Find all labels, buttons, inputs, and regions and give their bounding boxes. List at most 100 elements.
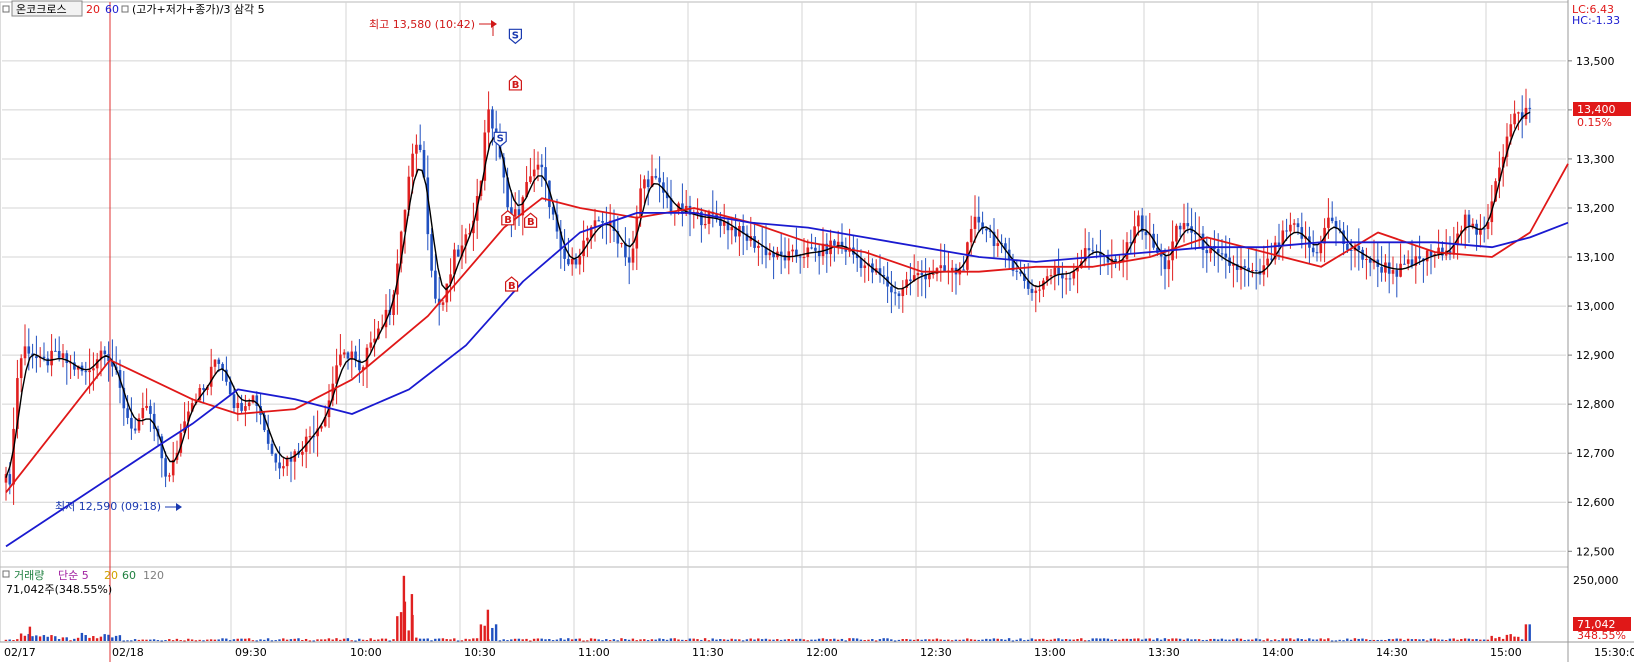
volume-bar: [380, 638, 384, 641]
volume-bar: [92, 636, 95, 641]
volume-bar: [399, 612, 403, 641]
volume-bar: [1475, 638, 1478, 641]
volume-bar: [1289, 638, 1292, 641]
volume-bar: [259, 639, 262, 641]
x-tick-label: 10:30: [464, 646, 496, 659]
volume-bar: [692, 638, 695, 641]
volume-bar: [749, 638, 752, 641]
volume-bar: [1277, 640, 1281, 642]
volume-bar: [42, 635, 46, 641]
volume-bar: [844, 640, 847, 642]
volume-bar: [711, 638, 714, 641]
volume-bar: [544, 639, 547, 641]
volume-bar: [886, 638, 889, 641]
volume-bar: [1509, 634, 1512, 641]
volume-bar: [312, 640, 315, 642]
volume-bar: [335, 638, 338, 641]
volume-bar: [1266, 638, 1269, 641]
volume-bar: [924, 639, 927, 641]
volume-bar: [1501, 638, 1505, 641]
volume-bar: [141, 639, 144, 641]
volume-bar: [285, 639, 289, 641]
volume-bar: [806, 640, 809, 642]
volume-bar: [901, 639, 904, 641]
volume-bar: [202, 640, 205, 642]
volume-bar: [730, 638, 733, 641]
volume-bar: [1376, 639, 1379, 641]
volume-bar: [605, 639, 608, 641]
volume-bar: [1038, 639, 1041, 641]
volume-bar: [874, 640, 878, 642]
volume-bar: [981, 639, 984, 641]
x-tick-label: 02/17: [4, 646, 36, 659]
volume-bar: [540, 638, 543, 641]
volume-bar: [1418, 639, 1421, 641]
x-tick-label: 12:30: [920, 646, 952, 659]
volume-bar: [1251, 639, 1254, 641]
volume-bar: [783, 639, 787, 641]
volume-bar: [555, 639, 559, 641]
volume-bar: [23, 635, 27, 641]
volume-bar: [228, 640, 232, 642]
volume-bar: [388, 640, 391, 642]
x-tick-label: 11:30: [692, 646, 724, 659]
volume-bar: [1137, 638, 1140, 641]
volume-bar: [1144, 638, 1148, 641]
volume-bar: [247, 638, 251, 641]
volume-bar: [1224, 639, 1227, 641]
volume-bar: [270, 640, 274, 642]
volume-bar: [69, 640, 72, 642]
volume-bar: [99, 636, 103, 641]
volume-bar: [297, 638, 300, 641]
volume-bar: [434, 638, 437, 641]
candle: [430, 228, 433, 278]
indicator-label: (고가+저가+종가)/3 삼각 5: [132, 3, 265, 16]
volume-bar: [764, 638, 768, 641]
volume-bar: [1019, 638, 1022, 641]
volume-bar: [795, 638, 798, 641]
volume-bar: [836, 639, 840, 641]
volume-bar: [1247, 639, 1250, 641]
stock-chart-svg[interactable]: 12,500 12,600 12,700 12,800 12,900 13,000 13,1…: [0, 0, 1634, 662]
y-tick-label: 12,900: [1576, 349, 1615, 362]
volume-bar: [1460, 638, 1463, 641]
volume-bar: [1296, 638, 1300, 641]
volume-bar: [627, 639, 631, 641]
volume-bar: [1505, 634, 1509, 641]
volume-bar: [658, 638, 661, 641]
volume-bar: [897, 639, 901, 641]
volume-bar: [206, 639, 209, 641]
volume-bar: [179, 640, 182, 642]
volume-bar: [950, 640, 954, 642]
volume-bar: [301, 639, 304, 641]
volume-bar: [289, 639, 293, 641]
volume-bar: [1433, 638, 1436, 641]
volume-bar: [715, 639, 718, 641]
volume-bar: [373, 639, 376, 641]
chart-window: 12,500 12,600 12,700 12,800 12,900 13,000 13,1…: [0, 0, 1634, 662]
volume-bar: [1330, 640, 1334, 642]
volume-bar: [84, 635, 87, 641]
volume-bar: [1083, 640, 1087, 642]
volume-title: 거래량: [14, 569, 44, 582]
volume-bar: [103, 634, 106, 641]
volume-bar: [1201, 640, 1205, 642]
volume-bar: [1262, 640, 1265, 642]
volume-bar: [570, 639, 574, 641]
volume-bar: [1011, 640, 1015, 642]
volume-bar: [1463, 638, 1467, 641]
volume-bar: [152, 639, 156, 641]
volume-bar: [430, 640, 433, 642]
volume-bar: [1357, 638, 1360, 641]
volume-bar: [107, 634, 110, 641]
volume-bar: [1365, 639, 1368, 641]
volume-bar: [28, 626, 32, 641]
volume-tick-label: 250,000: [1573, 574, 1619, 587]
volume-bar: [1163, 638, 1167, 641]
volume-bar: [1380, 639, 1383, 641]
x-tick-label: 10:00: [350, 646, 382, 659]
volume-bar: [498, 640, 502, 642]
volume-bar: [719, 639, 722, 641]
volume-bar: [1232, 639, 1235, 641]
volume-bar: [472, 638, 475, 641]
